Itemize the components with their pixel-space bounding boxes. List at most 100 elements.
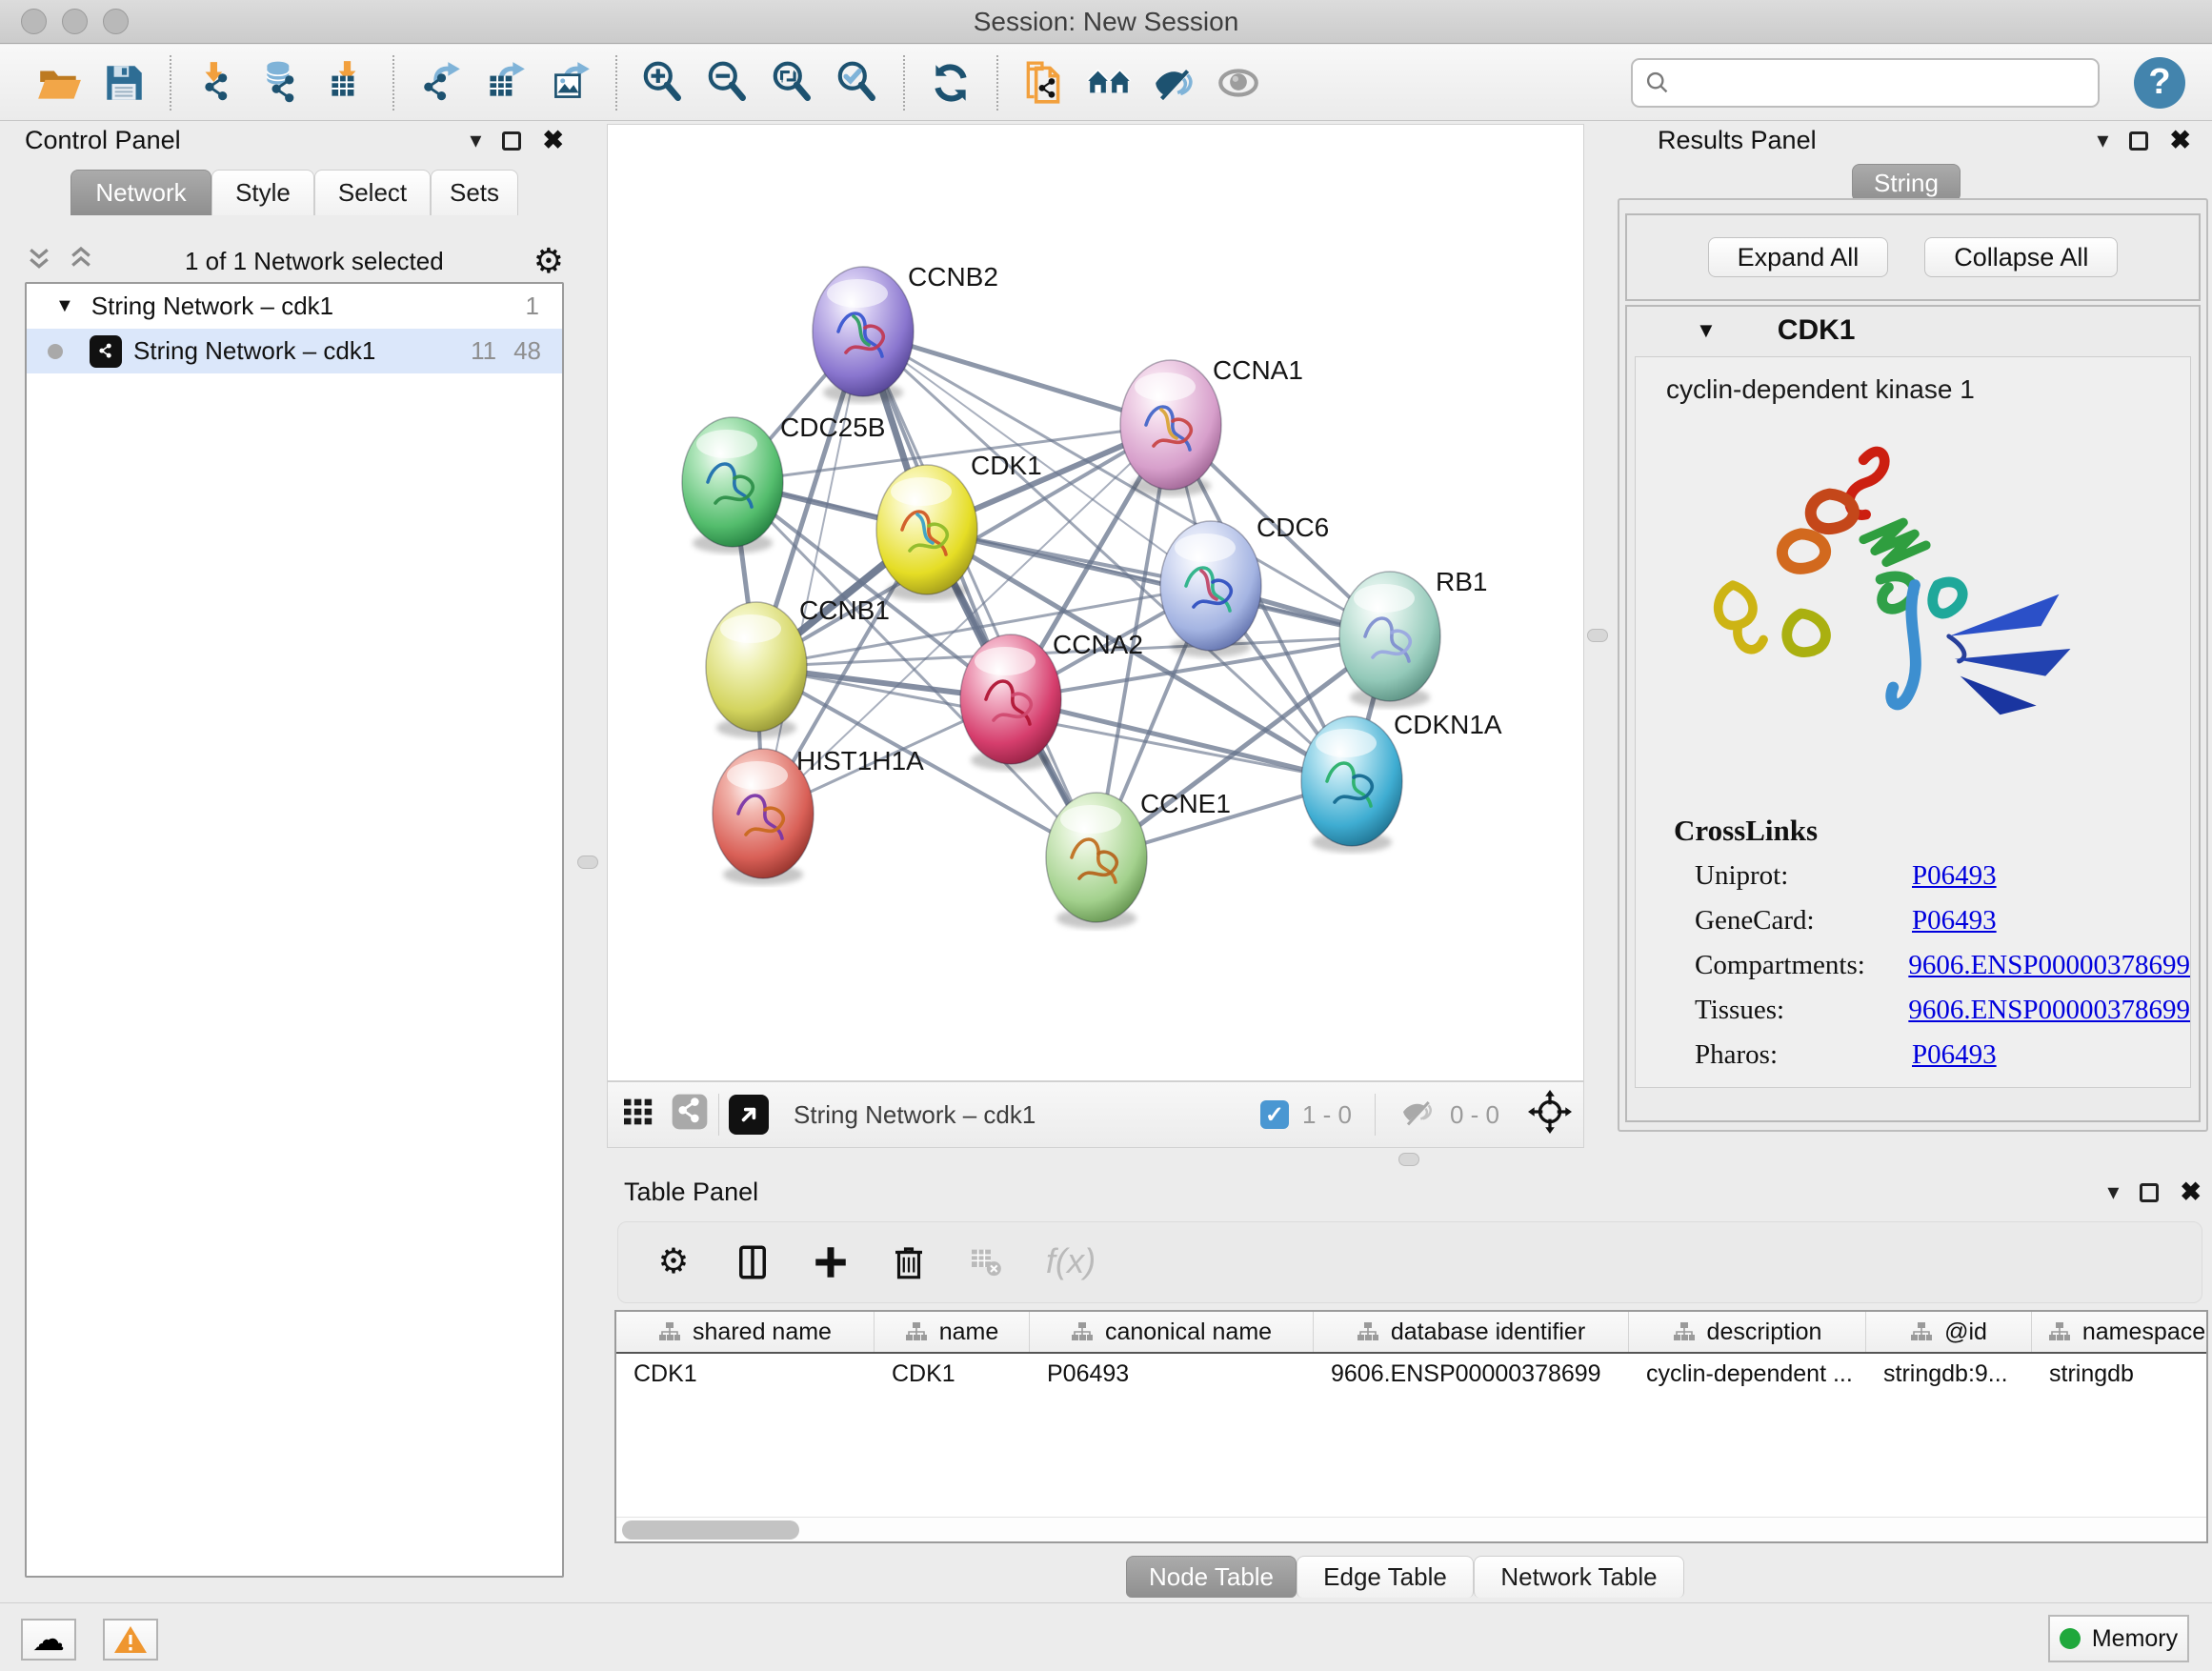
hidden-eye-icon[interactable] — [1398, 1096, 1437, 1135]
zoom-out-icon[interactable] — [695, 52, 760, 113]
zoom-fit-content-icon[interactable] — [760, 52, 825, 113]
network-tree-row[interactable]: ▼String Network – cdk11 — [27, 284, 562, 329]
table-horizontal-scrollbar[interactable] — [616, 1517, 2206, 1541]
column-header-name[interactable]: name — [875, 1312, 1030, 1352]
table-cell[interactable]: P06493 — [1030, 1360, 1314, 1388]
collapse-all-button[interactable]: Collapse All — [1924, 237, 2118, 277]
node-label-CCNA2: CCNA2 — [1053, 630, 1143, 659]
table-cell[interactable]: CDK1 — [875, 1360, 1030, 1388]
tab-string[interactable]: String — [1852, 164, 1961, 202]
tab-network[interactable]: Network — [70, 170, 211, 215]
open-session-icon[interactable] — [27, 52, 91, 113]
birds-eye-view-icon[interactable] — [729, 1095, 769, 1135]
show-columns-icon[interactable] — [733, 1242, 773, 1282]
right-splitter-handle[interactable] — [1587, 629, 1608, 642]
memory-button[interactable]: Memory — [2048, 1615, 2189, 1662]
table-panel-close-icon[interactable]: ✖ — [2180, 1178, 2202, 1207]
results-panel-close-icon[interactable]: ✖ — [2169, 126, 2191, 155]
crosslink-link[interactable]: 9606.ENSP00000378699 — [1908, 950, 2190, 981]
show-hide-panels-icon[interactable] — [1141, 52, 1206, 113]
tab-edge-table[interactable]: Edge Table — [1297, 1556, 1474, 1598]
table-cell[interactable]: CDK1 — [616, 1360, 875, 1388]
selected-checkbox-icon[interactable]: ✓ — [1260, 1100, 1289, 1129]
table-cell[interactable]: stringdb — [2032, 1360, 2208, 1388]
node-CCNB2[interactable] — [813, 267, 914, 396]
cloud-button[interactable]: ☁ — [21, 1619, 76, 1661]
tab-select[interactable]: Select — [314, 170, 431, 215]
results-panel-menu-icon[interactable]: ▾ — [2097, 127, 2108, 154]
table-panel-float-icon[interactable] — [2140, 1183, 2159, 1202]
create-column-icon[interactable] — [811, 1242, 851, 1282]
tab-sets[interactable]: Sets — [431, 170, 518, 215]
search-input[interactable] — [1671, 68, 2086, 97]
table-panel-menu-icon[interactable]: ▾ — [2107, 1178, 2119, 1206]
export-image-icon[interactable] — [537, 52, 602, 113]
table-cell[interactable]: cyclin-dependent ... — [1629, 1360, 1866, 1388]
crosslink-link[interactable]: P06493 — [1912, 860, 1997, 892]
crosslink-link[interactable]: 9606.ENSP00000378699 — [1908, 995, 2190, 1026]
network-options-gear-icon[interactable]: ⚙ — [533, 241, 564, 281]
table-row[interactable]: CDK1CDK1P064939606.ENSP00000378699cyclin… — [616, 1354, 2206, 1394]
node-CCNB1[interactable] — [706, 602, 807, 732]
expand-triangle-icon[interactable]: ▼ — [55, 295, 74, 317]
export-network-icon[interactable] — [408, 52, 473, 113]
node-RB1[interactable] — [1339, 572, 1440, 701]
import-network-from-file-icon[interactable] — [185, 52, 250, 113]
view-share-icon[interactable] — [671, 1093, 709, 1137]
network-canvas[interactable]: CCNB2CCNA1CDC25BCDK1CDC6RB1CCNB1CCNA2CDK… — [607, 124, 1584, 1081]
scrollbar-thumb[interactable] — [622, 1520, 799, 1540]
zoom-window-button[interactable] — [103, 9, 129, 34]
tab-style[interactable]: Style — [211, 170, 314, 215]
column-header-description[interactable]: description — [1629, 1312, 1866, 1352]
delete-column-icon[interactable] — [889, 1242, 929, 1282]
zoom-selected-icon[interactable] — [825, 52, 890, 113]
string-home-icon[interactable] — [1076, 52, 1141, 113]
results-panel-float-icon[interactable] — [2129, 131, 2148, 151]
column-header--id[interactable]: @id — [1866, 1312, 2032, 1352]
horizontal-splitter-handle[interactable] — [1398, 1153, 1419, 1166]
tab-node-table[interactable]: Node Table — [1126, 1556, 1297, 1598]
collapse-triangle-icon[interactable]: ▼ — [1696, 318, 1717, 343]
column-header-canonical-name[interactable]: canonical name — [1030, 1312, 1314, 1352]
close-window-button[interactable] — [21, 9, 47, 34]
refresh-view-icon[interactable] — [918, 52, 983, 113]
column-header-database-identifier[interactable]: database identifier — [1314, 1312, 1629, 1352]
import-network-from-database-icon[interactable] — [250, 52, 314, 113]
node-CDC25B[interactable] — [682, 417, 783, 547]
table-cell[interactable]: stringdb:9... — [1866, 1360, 2032, 1388]
save-session-icon[interactable] — [91, 52, 156, 113]
node-CDC6[interactable] — [1160, 521, 1261, 651]
column-header-namespace[interactable]: namespace — [2032, 1312, 2208, 1352]
node-CCNA2[interactable] — [960, 634, 1061, 764]
table-cell[interactable]: 9606.ENSP00000378699 — [1314, 1360, 1629, 1388]
node-CCNE1[interactable] — [1046, 793, 1147, 922]
help-button[interactable]: ? — [2134, 57, 2185, 109]
warnings-button[interactable] — [103, 1619, 158, 1661]
left-splitter-handle[interactable] — [577, 856, 598, 869]
node-CDK1[interactable] — [876, 465, 977, 594]
node-CDKN1A[interactable] — [1301, 716, 1402, 846]
table-settings-icon[interactable]: ⚙ — [653, 1241, 694, 1283]
collapse-all-icon[interactable] — [25, 244, 53, 279]
string-import-icon[interactable] — [1012, 52, 1076, 113]
search-box[interactable] — [1631, 58, 2100, 108]
column-header-shared-name[interactable]: shared name — [616, 1312, 875, 1352]
expand-all-button[interactable]: Expand All — [1708, 237, 1889, 277]
eye-disabled-icon[interactable] — [1206, 52, 1271, 113]
export-table-icon[interactable] — [473, 52, 537, 113]
expand-all-icon[interactable] — [67, 244, 95, 279]
crosslink-link[interactable]: P06493 — [1912, 1039, 1997, 1071]
network-tree-row[interactable]: String Network – cdk11148 — [27, 329, 562, 373]
tab-network-table[interactable]: Network Table — [1474, 1556, 1684, 1598]
fit-selected-crosshair-icon[interactable] — [1528, 1090, 1572, 1140]
node-CCNA1[interactable] — [1120, 360, 1221, 490]
control-panel-float-icon[interactable] — [502, 131, 521, 151]
control-panel-close-icon[interactable]: ✖ — [542, 126, 564, 155]
zoom-in-icon[interactable] — [631, 52, 695, 113]
import-table-from-file-icon[interactable] — [314, 52, 379, 113]
cdk1-section-header[interactable]: ▼ CDK1 — [1627, 307, 2199, 354]
view-grid-icon[interactable] — [619, 1093, 657, 1137]
crosslink-link[interactable]: P06493 — [1912, 905, 1997, 936]
control-panel-menu-icon[interactable]: ▾ — [470, 127, 481, 154]
minimize-window-button[interactable] — [62, 9, 88, 34]
